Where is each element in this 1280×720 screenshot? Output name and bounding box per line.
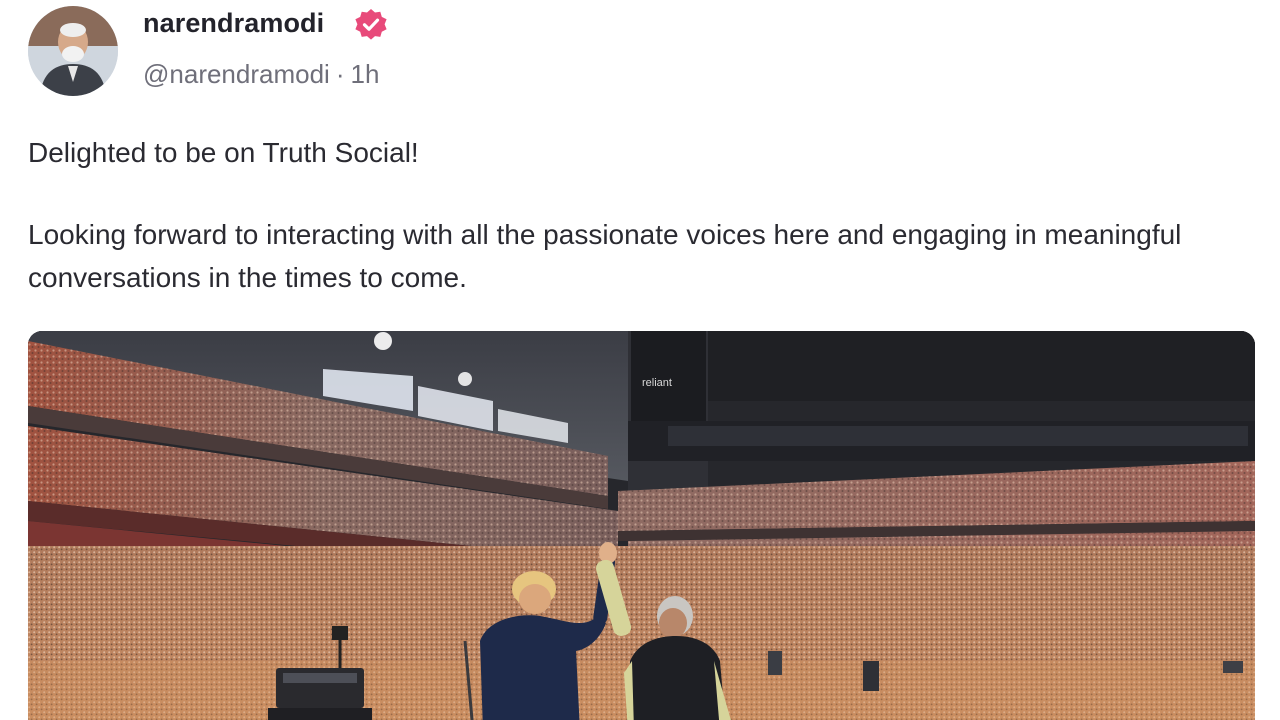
author-display-name[interactable]: narendramodi [143, 8, 324, 39]
stadium-rally-photo: reliant [28, 331, 1255, 720]
user-avatar-icon [28, 6, 118, 96]
author-handle[interactable]: @narendramodi [143, 59, 330, 89]
author-avatar[interactable] [28, 6, 118, 96]
post-meta: @narendramodi · 1h [143, 59, 379, 90]
verified-badge-icon [355, 9, 387, 40]
post-text-paragraph-2: Looking forward to interacting with all … [28, 219, 1182, 293]
post-text-paragraph-1: Delighted to be on Truth Social! [28, 137, 419, 168]
post-timestamp[interactable]: 1h [351, 59, 380, 89]
post-card: narendramodi @narendramodi · 1h Delighted … [0, 0, 1280, 720]
post-photo[interactable]: reliant [28, 331, 1255, 720]
banner-text: reliant [642, 377, 672, 389]
meta-separator: · [335, 59, 345, 89]
